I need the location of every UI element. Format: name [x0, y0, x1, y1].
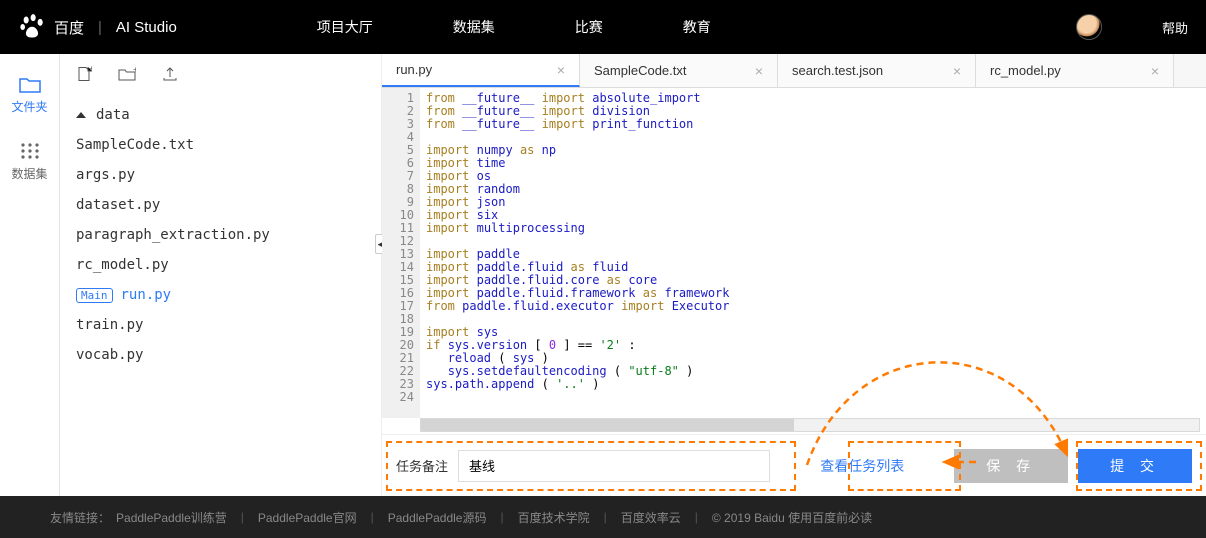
- top-bar: 百度 | AI Studio 项目大厅 数据集 比赛 教育 帮助: [0, 0, 1206, 54]
- footer-link[interactable]: PaddlePaddle官网: [258, 509, 357, 526]
- editor-tabs: run.py× SampleCode.txt× search.test.json…: [382, 54, 1206, 88]
- footer-link[interactable]: 百度技术学院: [518, 509, 590, 526]
- help-link[interactable]: 帮助: [1162, 18, 1188, 37]
- submit-button[interactable]: 提 交: [1078, 449, 1192, 483]
- folder-data[interactable]: data: [60, 100, 381, 130]
- close-icon[interactable]: ×: [953, 63, 961, 79]
- footer-copyright: © 2019 Baidu 使用百度前必读: [712, 509, 872, 526]
- file-item-selected[interactable]: Mainrun.py: [60, 280, 381, 310]
- rail-dataset[interactable]: 数据集: [0, 141, 59, 182]
- new-folder-icon[interactable]: +: [118, 67, 136, 84]
- close-icon[interactable]: ×: [1151, 63, 1159, 79]
- editor-pane: ◀ run.py× SampleCode.txt× search.test.js…: [382, 54, 1206, 496]
- tab-samplecode[interactable]: SampleCode.txt×: [580, 54, 778, 87]
- tab-rc-model[interactable]: rc_model.py×: [976, 54, 1174, 87]
- footer-lead: 友情链接：: [50, 509, 110, 526]
- rail-files[interactable]: 文件夹: [0, 76, 59, 115]
- footer: 友情链接： PaddlePaddle训练营| PaddlePaddle官网| P…: [0, 496, 1206, 538]
- close-icon[interactable]: ×: [557, 62, 565, 78]
- tab-search-json[interactable]: search.test.json×: [778, 54, 976, 87]
- file-item[interactable]: dataset.py: [60, 190, 381, 220]
- avatar[interactable]: [1076, 14, 1102, 40]
- left-rail: 文件夹 数据集: [0, 54, 60, 496]
- file-item[interactable]: SampleCode.txt: [60, 130, 381, 160]
- top-nav: 项目大厅 数据集 比赛 教育: [317, 17, 711, 37]
- file-item[interactable]: args.py: [60, 160, 381, 190]
- nav-project-hall[interactable]: 项目大厅: [317, 17, 373, 37]
- svg-text:+: +: [133, 67, 136, 74]
- task-bar: 任务备注 查看任务列表 保 存 提 交: [382, 434, 1206, 496]
- upload-icon[interactable]: [162, 66, 178, 85]
- code-area[interactable]: 123456789101112131415161718192021222324 …: [382, 88, 1206, 418]
- horizontal-scrollbar[interactable]: [420, 418, 1200, 432]
- task-note-input[interactable]: [458, 450, 770, 482]
- task-note-label: 任务备注: [396, 456, 448, 475]
- main-badge: Main: [76, 288, 113, 303]
- file-item[interactable]: paragraph_extraction.py: [60, 220, 381, 250]
- file-item[interactable]: train.py: [60, 310, 381, 340]
- chevron-up-icon: [76, 112, 86, 118]
- save-button[interactable]: 保 存: [954, 449, 1068, 483]
- tab-run-py[interactable]: run.py×: [382, 54, 580, 87]
- view-task-list-link[interactable]: 查看任务列表: [820, 456, 904, 476]
- brand-aistudio: AI Studio: [116, 19, 177, 36]
- sidebar-toolbar: + +: [60, 54, 381, 96]
- footer-link[interactable]: PaddlePaddle源码: [388, 509, 487, 526]
- line-gutter: 123456789101112131415161718192021222324: [382, 88, 420, 418]
- baidu-paw-icon: [18, 13, 46, 41]
- footer-link[interactable]: PaddlePaddle训练营: [116, 509, 227, 526]
- file-item[interactable]: vocab.py: [60, 340, 381, 370]
- logo[interactable]: 百度 | AI Studio: [18, 13, 177, 41]
- file-tree: data SampleCode.txt args.py dataset.py p…: [60, 96, 381, 374]
- file-sidebar: + + data SampleCode.txt args.py dataset.…: [60, 54, 382, 496]
- folder-icon: [19, 76, 41, 94]
- code-body[interactable]: from __future__ import absolute_importfr…: [420, 88, 1206, 418]
- svg-text:+: +: [89, 66, 92, 73]
- nav-competition[interactable]: 比赛: [575, 17, 603, 37]
- brand-baidu: 百度: [54, 17, 84, 38]
- close-icon[interactable]: ×: [755, 63, 763, 79]
- main-area: 文件夹 数据集 + + data SampleCode.txt args.py …: [0, 54, 1206, 496]
- dataset-icon: [19, 141, 41, 161]
- file-item[interactable]: rc_model.py: [60, 250, 381, 280]
- nav-education[interactable]: 教育: [683, 17, 711, 37]
- footer-link[interactable]: 百度效率云: [621, 509, 681, 526]
- nav-datasets[interactable]: 数据集: [453, 17, 495, 37]
- new-file-icon[interactable]: +: [76, 66, 92, 85]
